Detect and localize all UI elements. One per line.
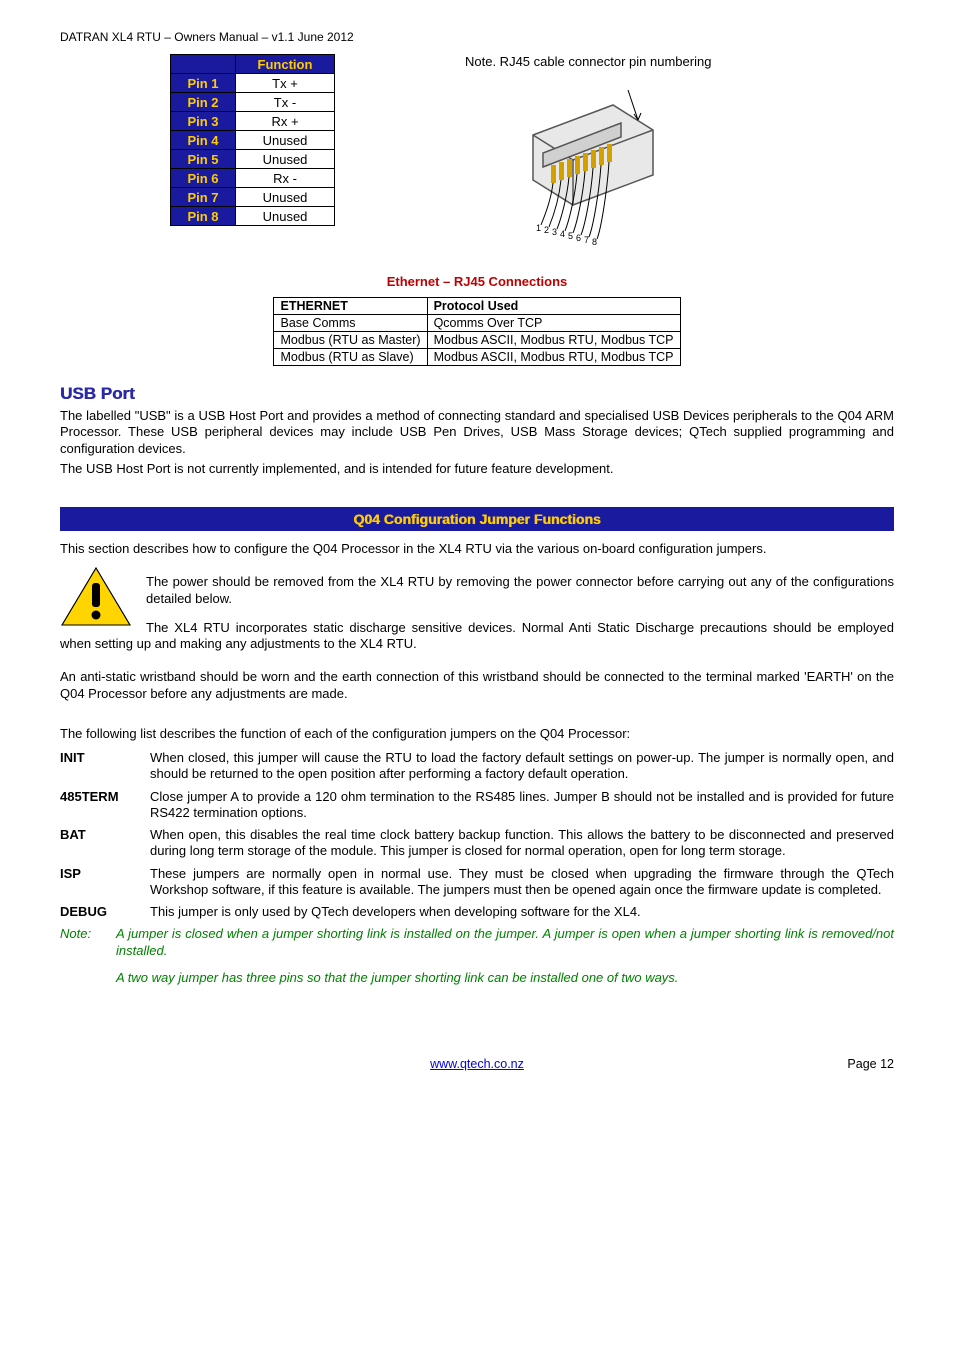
eth-cell: Modbus ASCII, Modbus RTU, Modbus TCP <box>427 332 680 349</box>
ethernet-rj45-heading: Ethernet – RJ45 Connections <box>60 274 894 289</box>
ethernet-protocol-table: ETHERNET Protocol Used Base Comms Qcomms… <box>273 297 680 366</box>
pin-func: Unused <box>236 207 335 226</box>
warning-block: The power should be removed from the XL4… <box>60 561 894 665</box>
jumper-desc: This jumper is only used by QTech develo… <box>150 904 894 920</box>
pin-label: Pin 3 <box>171 112 236 131</box>
q04-intro: This section describes how to configure … <box>60 541 894 557</box>
page-footer: www.qtech.co.nz Page 12 <box>60 1057 894 1071</box>
pin-func: Rx - <box>236 169 335 188</box>
jumper-row: BAT When open, this disables the real ti… <box>60 827 894 860</box>
eth-cell: Modbus (RTU as Master) <box>274 332 427 349</box>
jumper-desc: These jumpers are normally open in norma… <box>150 866 894 899</box>
jumper-label-debug: DEBUG <box>60 904 150 920</box>
footer-page-number: Page 12 <box>847 1057 894 1071</box>
document-header: DATRAN XL4 RTU – Owners Manual – v1.1 Ju… <box>60 30 894 44</box>
pin-label: Pin 6 <box>171 169 236 188</box>
pin-func: Unused <box>236 131 335 150</box>
usb-paragraph-2: The USB Host Port is not currently imple… <box>60 461 894 477</box>
svg-text:7: 7 <box>584 235 589 245</box>
pin-label: Pin 1 <box>171 74 236 93</box>
rj45-note: Note. RJ45 cable connector pin numbering <box>465 54 711 69</box>
pin-func: Tx - <box>236 93 335 112</box>
pin-label: Pin 5 <box>171 150 236 169</box>
svg-text:8: 8 <box>592 237 597 245</box>
eth-cell: Modbus ASCII, Modbus RTU, Modbus TCP <box>427 349 680 366</box>
warning-triangle-icon <box>60 565 132 629</box>
usb-paragraph-1: The labelled "USB" is a USB Host Port an… <box>60 408 894 457</box>
jumper-row: ISP These jumpers are normally open in n… <box>60 866 894 899</box>
pin-label: Pin 4 <box>171 131 236 150</box>
jumper-desc: When open, this disables the real time c… <box>150 827 894 860</box>
svg-text:1: 1 <box>536 223 541 233</box>
blank-header <box>171 55 236 74</box>
note-text-1: A jumper is closed when a jumper shortin… <box>116 926 894 960</box>
svg-text:6: 6 <box>576 233 581 243</box>
eth-cell: Modbus (RTU as Slave) <box>274 349 427 366</box>
note-text-2: A two way jumper has three pins so that … <box>116 970 894 987</box>
jumper-row: 485TERM Close jumper A to provide a 120 … <box>60 789 894 822</box>
top-figure-block: Function Pin 1Tx + Pin 2Tx - Pin 3Rx + P… <box>170 54 894 248</box>
pin-func: Unused <box>236 150 335 169</box>
svg-text:5: 5 <box>568 231 573 241</box>
usb-port-heading: USB Port <box>60 384 894 404</box>
jumper-row: INIT When closed, this jumper will cause… <box>60 750 894 783</box>
jumper-label-isp: ISP <box>60 866 150 899</box>
warning-text-3: An anti-static wristband should be worn … <box>60 669 894 702</box>
jumper-note-block: Note: A jumper is closed when a jumper s… <box>60 926 894 987</box>
warning-text-1: The power should be removed from the XL4… <box>60 574 894 607</box>
jumper-desc: Close jumper A to provide a 120 ohm term… <box>150 789 894 822</box>
jumper-label-485term: 485TERM <box>60 789 150 822</box>
eth-cell: Qcomms Over TCP <box>427 315 680 332</box>
eth-cell: Base Comms <box>274 315 427 332</box>
jumper-row: DEBUG This jumper is only used by QTech … <box>60 904 894 920</box>
jumper-list-intro: The following list describes the functio… <box>60 726 894 742</box>
warning-text-2: The XL4 RTU incorporates static discharg… <box>60 620 894 653</box>
note-label: Note: <box>60 926 116 987</box>
rj45-figure: Note. RJ45 cable connector pin numbering <box>465 54 711 248</box>
footer-link[interactable]: www.qtech.co.nz <box>430 1057 524 1071</box>
function-header: Function <box>236 55 335 74</box>
jumper-desc: When closed, this jumper will cause the … <box>150 750 894 783</box>
jumper-list: INIT When closed, this jumper will cause… <box>60 750 894 920</box>
rj45-connector-icon: 1 2 3 4 5 6 7 8 <box>503 75 673 245</box>
pin-func: Rx + <box>236 112 335 131</box>
jumper-label-init: INIT <box>60 750 150 783</box>
pin-label: Pin 2 <box>171 93 236 112</box>
svg-text:2: 2 <box>544 225 549 235</box>
jumper-label-bat: BAT <box>60 827 150 860</box>
pin-label: Pin 8 <box>171 207 236 226</box>
pin-label: Pin 7 <box>171 188 236 207</box>
pin-function-table: Function Pin 1Tx + Pin 2Tx - Pin 3Rx + P… <box>170 54 335 226</box>
eth-header-ethernet: ETHERNET <box>274 298 427 315</box>
svg-text:3: 3 <box>552 227 557 237</box>
q04-config-bar: Q04 Configuration Jumper Functions <box>60 507 894 531</box>
pin-func: Tx + <box>236 74 335 93</box>
svg-text:4: 4 <box>560 229 565 239</box>
pin-func: Unused <box>236 188 335 207</box>
eth-header-protocol: Protocol Used <box>427 298 680 315</box>
